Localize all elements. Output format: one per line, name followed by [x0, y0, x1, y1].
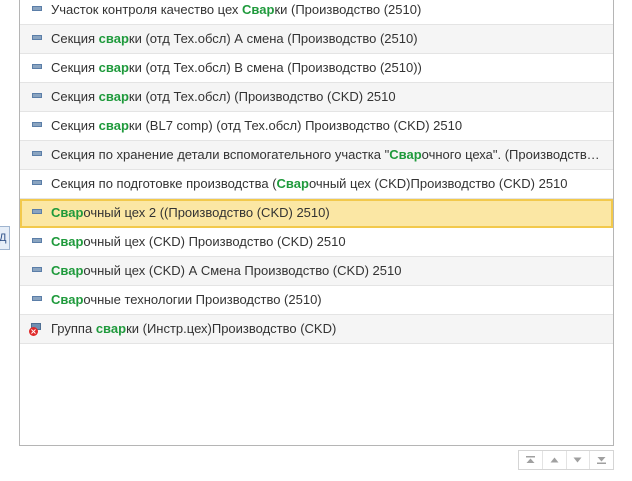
- list-item-icon: [32, 35, 42, 40]
- list-item[interactable]: Секция по подготовке производства (Сваро…: [20, 170, 613, 199]
- list-item-icon: [32, 238, 42, 243]
- list-item[interactable]: Секция сварки (отд Тех.обсл) (Производст…: [20, 83, 613, 112]
- list-item[interactable]: Секция по хранение детали вспомогательно…: [20, 141, 613, 170]
- list-item[interactable]: Сварочный цех (CKD) А Смена Производство…: [20, 257, 613, 286]
- left-panel-tab[interactable]: Д: [0, 226, 10, 250]
- delete-mark-icon: ×: [29, 327, 38, 336]
- list-item-icon: [32, 267, 42, 272]
- list-footer: [19, 446, 614, 481]
- list-item[interactable]: Сварочный цех (CKD) Производство (CKD) 2…: [20, 228, 613, 257]
- list-item-label: Сварочный цех 2 ((Производство (CKD) 251…: [51, 205, 330, 220]
- list-item-group[interactable]: × Группа сварки (Инстр.цех)Производство …: [20, 315, 613, 344]
- list-item-icon: [32, 209, 42, 214]
- list-item-icon: [32, 6, 42, 11]
- search-results-list[interactable]: Участок контроля качество цех Сварки (Пр…: [19, 0, 614, 446]
- list-item[interactable]: Секция сварки (BL7 comp) (отд Тех.обсл) …: [20, 112, 613, 141]
- list-item-selected[interactable]: Сварочный цех 2 ((Производство (CKD) 251…: [20, 199, 613, 228]
- list-item-label: Группа сварки (Инстр.цех)Производство (C…: [51, 321, 337, 336]
- list-item-label: Секция сварки (отд Тех.обсл) А смена (Пр…: [51, 31, 418, 46]
- list-item-label: Секция по подготовке производства (Сваро…: [51, 176, 568, 191]
- list-item-icon: [32, 93, 42, 98]
- list-item-label: Сварочный цех (CKD) А Смена Производство…: [51, 263, 402, 278]
- up-icon: [550, 457, 559, 463]
- down-icon: [573, 457, 582, 463]
- list-item-icon: [32, 151, 42, 156]
- list-item[interactable]: Сварочные технологии Производство (2510): [20, 286, 613, 315]
- list-item-label: Секция сварки (отд Тех.обсл) В смена (Пр…: [51, 60, 422, 75]
- scroll-to-bottom-button[interactable]: [590, 451, 613, 469]
- list-item-icon: [32, 122, 42, 127]
- list-item-icon: [32, 296, 42, 301]
- list-item-icon: [32, 64, 42, 69]
- double-up-icon: [525, 456, 535, 463]
- list-item-label: Сварочные технологии Производство (2510): [51, 292, 322, 307]
- scroll-to-top-button[interactable]: [519, 451, 543, 469]
- list-item-icon: [32, 180, 42, 185]
- list-item-label: Секция сварки (отд Тех.обсл) (Производст…: [51, 89, 396, 104]
- left-strip: Д: [0, 0, 19, 481]
- list-item-label: Секция по хранение детали вспомогательно…: [51, 147, 601, 162]
- list-item[interactable]: Секция сварки (отд Тех.обсл) А смена (Пр…: [20, 25, 613, 54]
- list-navigation: [518, 450, 614, 470]
- list-item-label: Участок контроля качество цех Сварки (Пр…: [51, 2, 422, 17]
- list-item-label: Секция сварки (BL7 comp) (отд Тех.обсл) …: [51, 118, 463, 133]
- double-down-icon: [597, 457, 607, 464]
- list-item[interactable]: Участок контроля качество цех Сварки (Пр…: [20, 0, 613, 25]
- scroll-down-button[interactable]: [567, 451, 591, 469]
- list-item[interactable]: Секция сварки (отд Тех.обсл) В смена (Пр…: [20, 54, 613, 83]
- list-item-label: Сварочный цех (CKD) Производство (CKD) 2…: [51, 234, 346, 249]
- scroll-up-button[interactable]: [543, 451, 567, 469]
- group-deleted-icon: ×: [29, 323, 42, 336]
